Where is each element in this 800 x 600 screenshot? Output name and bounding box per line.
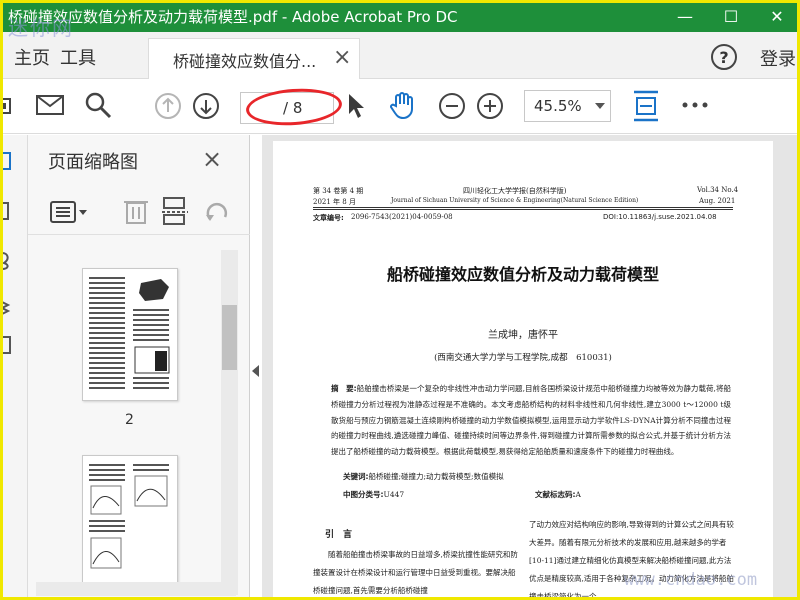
panel-title: 页面缩略图 xyxy=(48,152,138,173)
page-thumbnail-3[interactable] xyxy=(82,455,178,588)
abstract: 摘 要:船舶撞击桥梁是一个复杂的非线性冲击动力学问题,目前各国桥梁设计规范中船桥… xyxy=(331,381,731,460)
page-down-icon[interactable] xyxy=(192,92,220,120)
keywords-label: 关键词: xyxy=(343,472,369,481)
thumbnail-page-number: 2 xyxy=(125,412,134,428)
thumbnail-tools xyxy=(28,187,250,235)
menu-tab-bar: 主页 工具 xyxy=(0,32,800,79)
article-number-label: 文章编号: xyxy=(313,214,344,222)
navigation-pane-strip xyxy=(0,135,28,600)
page-thumbnail-2[interactable] xyxy=(82,268,178,401)
intro-left-column: 随着船舶撞击桥梁事故的日益增多,桥梁抗撞性能研究和防撞装置设计在桥梁设计和运行管… xyxy=(313,550,518,595)
attachment-icon[interactable] xyxy=(0,249,14,271)
thumbnails-scrollbar[interactable] xyxy=(221,250,238,595)
article-number: 2096-7543(2021)04-0059-08 xyxy=(351,213,453,221)
login-link[interactable]: 登录 xyxy=(760,45,796,71)
section-heading: 引 言 xyxy=(325,530,353,540)
close-panel-icon[interactable]: × xyxy=(202,145,222,173)
search-icon[interactable] xyxy=(84,91,112,119)
pages-icon[interactable] xyxy=(0,151,14,173)
header-rule xyxy=(313,207,733,208)
thumbnails-horizontal-scrollbar[interactable] xyxy=(36,582,236,596)
options-menu-icon[interactable] xyxy=(50,201,90,223)
zoom-in-icon[interactable] xyxy=(476,92,504,120)
maximize-button[interactable]: ☐ xyxy=(708,0,754,32)
minimize-button[interactable]: — xyxy=(662,0,708,32)
zoom-level-value: 45.5% xyxy=(534,97,582,115)
bookmark-icon[interactable] xyxy=(0,201,14,223)
journal-name-cn: 四川轻化工大学学报(自然科学版) xyxy=(463,187,567,195)
menu-home[interactable]: 主页 xyxy=(14,44,50,70)
keywords-text: 船桥碰撞;碰撞力;动力载荷模型;数值模拟 xyxy=(368,472,504,481)
watermark-url: www.cndao.com xyxy=(624,570,758,590)
document-code: 文献标志码:A xyxy=(535,489,581,500)
journal-date-en: Aug. 2021 xyxy=(699,197,736,205)
zoom-level-dropdown[interactable]: 45.5% xyxy=(524,90,611,122)
abstract-text: 船舶撞击桥梁是一个复杂的非线性冲击动力学问题,目前各国桥梁设计规范中船桥碰撞力均… xyxy=(331,384,732,457)
help-icon[interactable]: ? xyxy=(711,44,737,70)
hand-tool-icon[interactable] xyxy=(388,90,418,120)
article-title: 船桥碰撞效应数值分析及动力载荷模型 xyxy=(386,265,659,284)
doc-code-value: A xyxy=(575,490,581,499)
collapse-panel-icon[interactable] xyxy=(252,365,259,377)
clc-number: 中图分类号:U447 xyxy=(343,489,404,500)
keywords: 关键词:船桥碰撞;碰撞力;动力载荷模型;数值模拟 xyxy=(343,471,504,482)
doi: DOI:10.11863/j.suse.2021.04.08 xyxy=(603,213,717,221)
doc-code-label: 文献标志码: xyxy=(535,490,576,499)
scrollbar-thumb[interactable] xyxy=(222,305,237,370)
clc-label: 中图分类号: xyxy=(343,490,384,499)
extract-pages-icon[interactable] xyxy=(162,197,188,225)
zoom-out-icon[interactable] xyxy=(438,92,466,120)
more-icon[interactable] xyxy=(682,98,708,112)
document-view[interactable]: 第 34 卷第 4 期 2021 年 8 月 四川轻化工大学学报(自然科学版) … xyxy=(262,135,800,600)
page-up-icon[interactable] xyxy=(154,92,182,120)
delete-icon[interactable] xyxy=(124,197,148,225)
abstract-label: 摘 要: xyxy=(331,384,357,393)
article-affiliation: (西南交通大学力学与工程学院,成都 610031) xyxy=(434,353,612,363)
article-authors: 兰成坤，唐怀平 xyxy=(488,330,558,341)
window-controls: — ☐ ✕ xyxy=(662,0,800,32)
journal-date: 2021 年 8 月 xyxy=(313,198,356,206)
journal-name-en: Journal of Sichuan University of Science… xyxy=(391,197,639,204)
fit-page-icon[interactable] xyxy=(632,89,660,123)
document-tab[interactable]: 桥碰撞效应数值分... × xyxy=(148,38,360,79)
journal-vol-en: Vol.34 No.4 xyxy=(697,186,739,194)
title-bar: 桥碰撞效应数值分析及动力载荷模型.pdf - Adobe Acrobat Pro… xyxy=(0,0,800,32)
watermark-logo: 迷你网 xyxy=(8,16,74,40)
document-tab-label: 桥碰撞效应数值分... xyxy=(173,52,317,71)
select-cursor-icon[interactable] xyxy=(346,92,368,120)
rotate-icon[interactable] xyxy=(204,199,230,225)
print-icon[interactable] xyxy=(0,93,14,119)
layers-icon[interactable] xyxy=(0,295,14,317)
chevron-down-icon xyxy=(595,103,605,109)
close-tab-icon[interactable]: × xyxy=(333,45,351,70)
close-window-button[interactable]: ✕ xyxy=(754,0,800,32)
signature-icon[interactable] xyxy=(0,335,14,357)
pdf-page: 第 34 卷第 4 期 2021 年 8 月 四川轻化工大学学报(自然科学版) … xyxy=(273,141,773,600)
menu-tools[interactable]: 工具 xyxy=(60,44,96,70)
email-icon[interactable] xyxy=(36,93,64,117)
journal-volume: 第 34 卷第 4 期 xyxy=(313,187,364,195)
header-rule-thin xyxy=(313,209,733,210)
clc-value: U447 xyxy=(383,490,405,499)
